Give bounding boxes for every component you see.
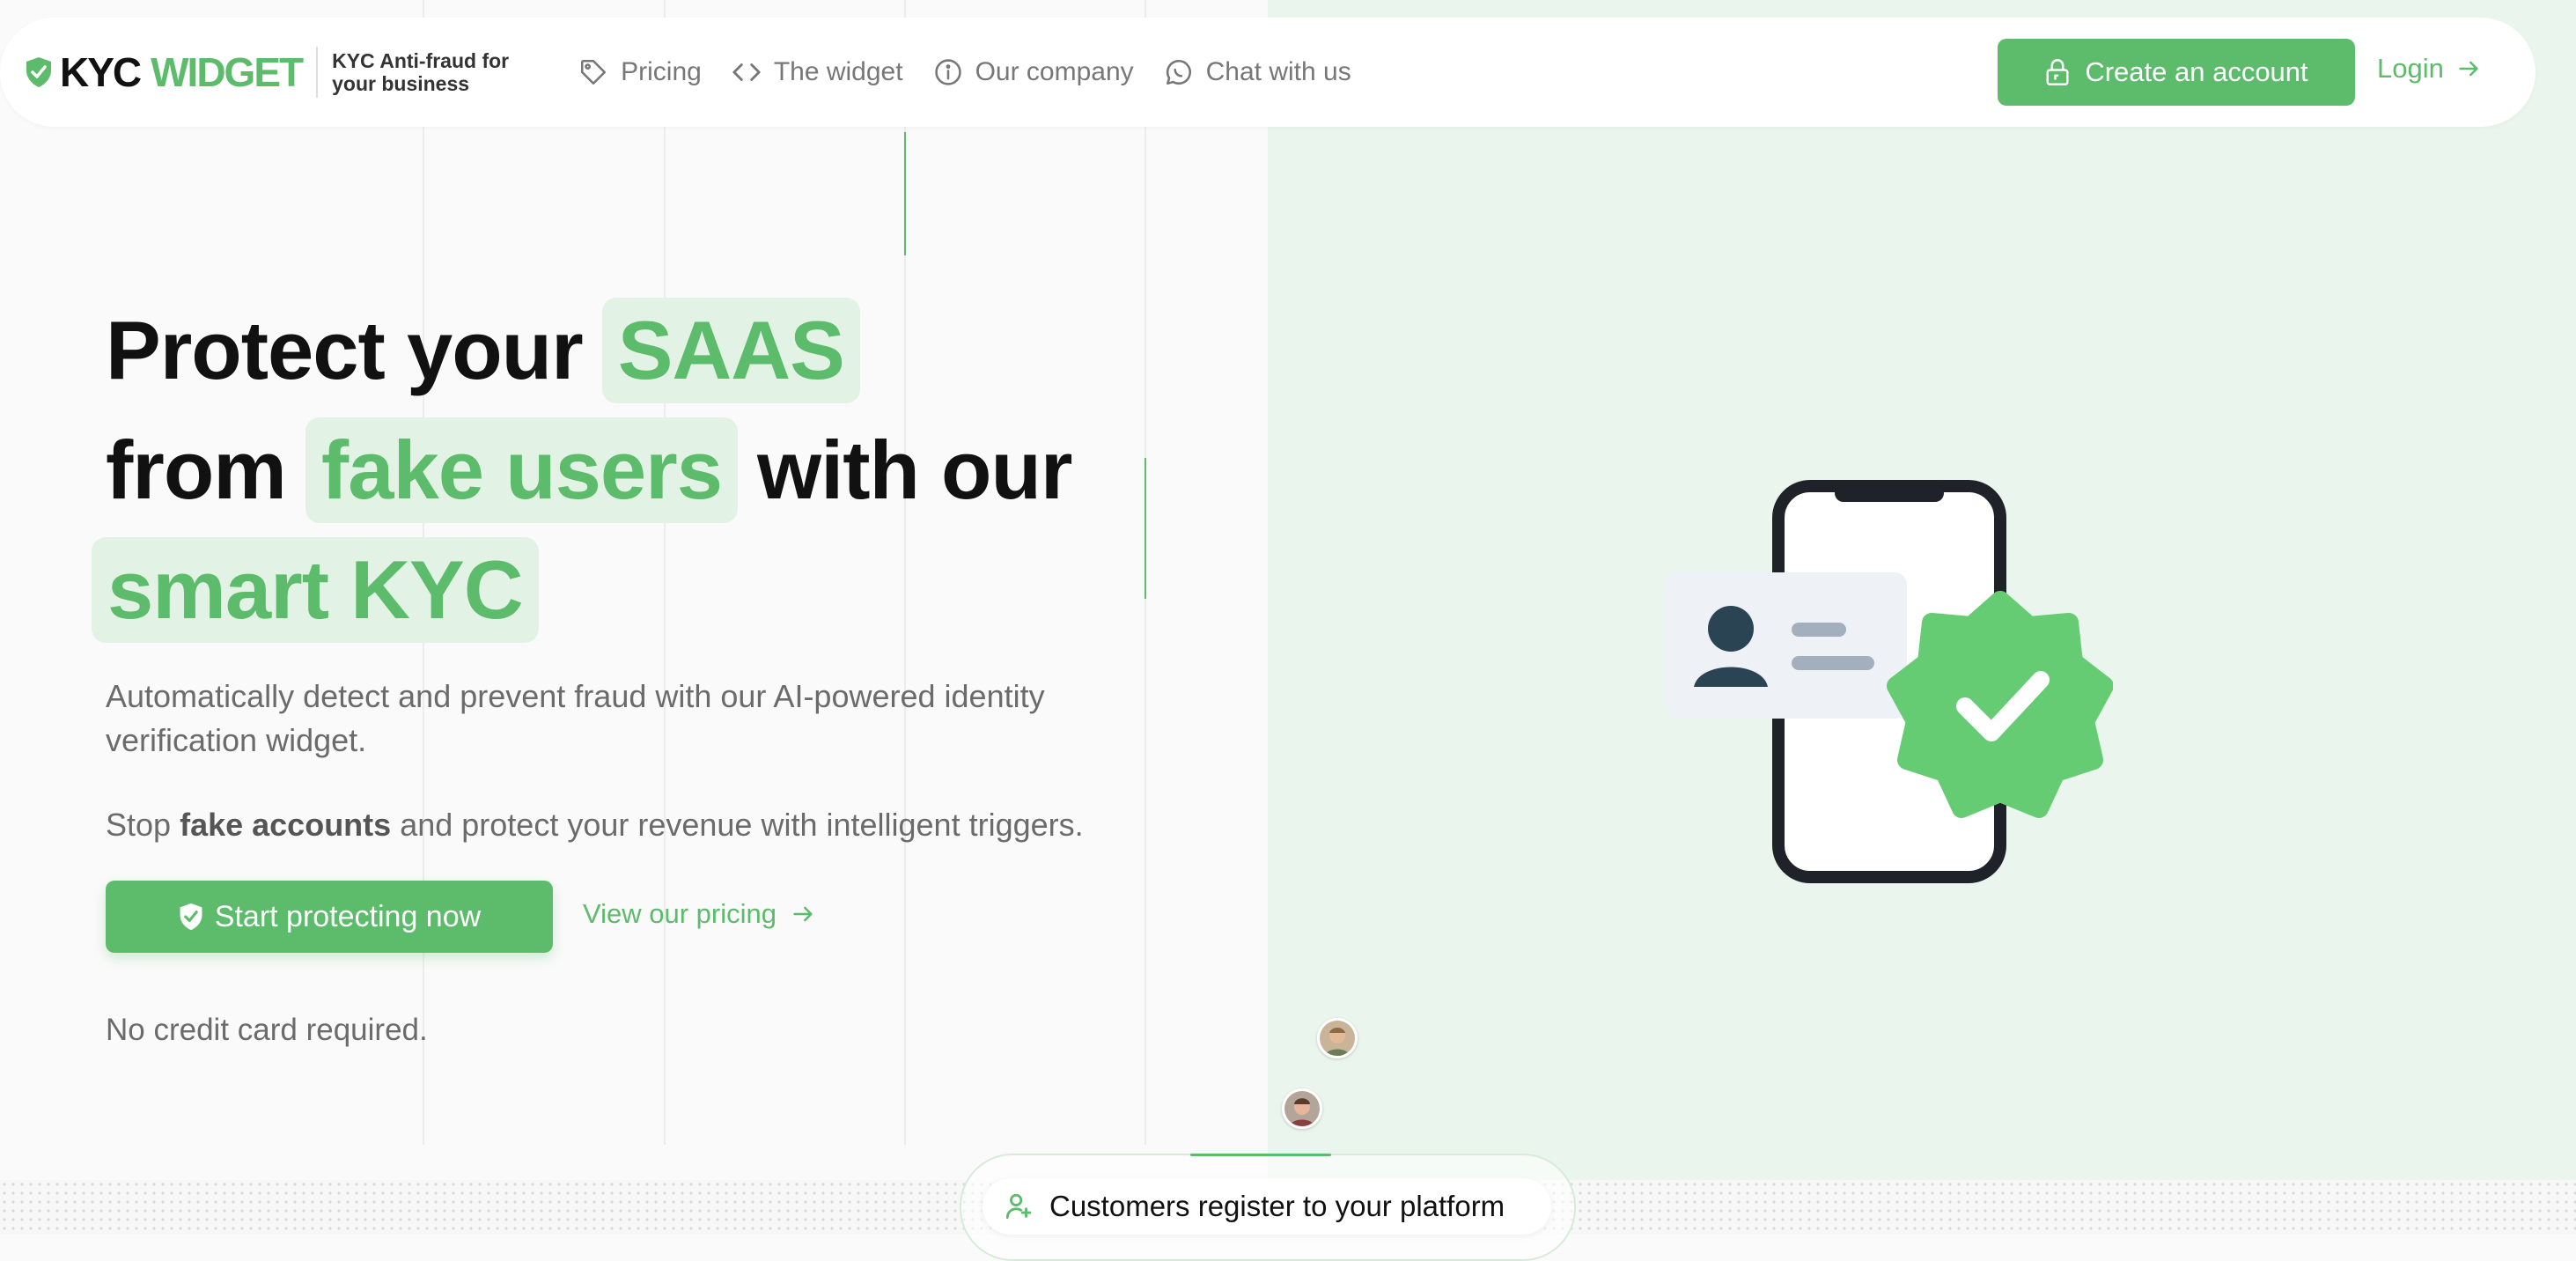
start-protecting-button[interactable]: Start protecting now	[106, 881, 553, 953]
brand-logo[interactable]: KYC WIDGET KYC Anti-fraud for your busin…	[25, 47, 526, 98]
create-account-button[interactable]: Create an account	[1998, 39, 2355, 106]
chat-icon	[1166, 59, 1191, 85]
arrow-right-icon	[2459, 61, 2478, 77]
arrow-right-icon	[793, 906, 813, 922]
hero-subtitle-2: Stop fake accounts and protect your reve…	[106, 807, 1250, 844]
headline-text: with our	[756, 424, 1072, 516]
sub2-bold: fake accounts	[180, 807, 392, 843]
headline-text: Protect your	[106, 304, 584, 396]
sub2-post: and protect your revenue with intelligen…	[400, 807, 1084, 843]
headline-highlight-saas: SAAS	[601, 298, 860, 403]
phone-notch	[1835, 484, 1944, 502]
headline-highlight-fake-users: fake users	[305, 417, 738, 523]
no-credit-card-note: No credit card required.	[106, 1013, 428, 1047]
user-plus-icon	[1005, 1193, 1032, 1220]
nav-item-company[interactable]: Our company	[933, 57, 1134, 87]
shield-check-icon	[180, 903, 202, 931]
tag-icon	[581, 59, 607, 85]
lock-icon	[2046, 59, 2069, 85]
tagline-line-1: KYC Anti-fraud for	[332, 49, 510, 72]
headline-text: from	[106, 424, 287, 516]
headline-line-2: from fake users with our	[106, 410, 1215, 530]
headline-line-3: smart KYC	[92, 530, 1215, 650]
nav-item-chat[interactable]: Chat with us	[1164, 57, 1351, 87]
sub2-pre: Stop	[106, 807, 172, 843]
code-icon	[732, 63, 761, 81]
brand-kyc: KYC	[60, 49, 142, 95]
flow-step-label: Customers register to your platform	[1049, 1190, 1505, 1222]
id-card-icon	[1666, 572, 1907, 719]
top-navbar: KYC WIDGET KYC Anti-fraud for your busin…	[0, 18, 2536, 127]
hero-subtitle: Automatically detect and prevent fraud w…	[106, 678, 1045, 758]
nav-label: Our company	[975, 57, 1134, 86]
start-protecting-label: Start protecting now	[214, 899, 482, 933]
main-nav: Pricing The widget Our company Chat with…	[578, 57, 1381, 87]
nav-label: Chat with us	[1205, 57, 1351, 86]
headline-line-1: Protect your SAAS	[106, 291, 1215, 410]
hero-headline: Protect your SAAS from fake users with our …	[92, 291, 1215, 650]
nav-label: Pricing	[621, 57, 702, 86]
headline-highlight-smart-kyc: smart KYC	[92, 537, 539, 643]
avatar	[1317, 1018, 1358, 1058]
login-label: Login	[2377, 53, 2444, 84]
view-pricing-label: View our pricing	[583, 898, 776, 929]
person-icon	[1708, 606, 1754, 652]
brand-widget: WIDGET	[151, 49, 304, 95]
tagline-line-2: your business	[332, 72, 470, 95]
flow-step-pill: Customers register to your platform	[983, 1178, 1551, 1235]
view-pricing-link[interactable]: View our pricing	[583, 898, 815, 930]
avatar	[1282, 1088, 1322, 1129]
brand-tagline: KYC Anti-fraud for your business	[332, 49, 526, 95]
phone-verification-illustration	[1666, 480, 2113, 883]
nav-label: The widget	[773, 57, 903, 86]
info-icon	[934, 59, 961, 85]
shield-check-icon	[26, 57, 51, 87]
login-link[interactable]: Login	[2377, 53, 2481, 85]
nav-item-pricing[interactable]: Pricing	[578, 57, 702, 87]
nav-item-widget[interactable]: The widget	[732, 57, 903, 87]
card-line	[1792, 623, 1846, 637]
create-account-label: Create an account	[2085, 56, 2308, 87]
card-line	[1792, 656, 1874, 670]
brand-divider	[316, 47, 319, 98]
